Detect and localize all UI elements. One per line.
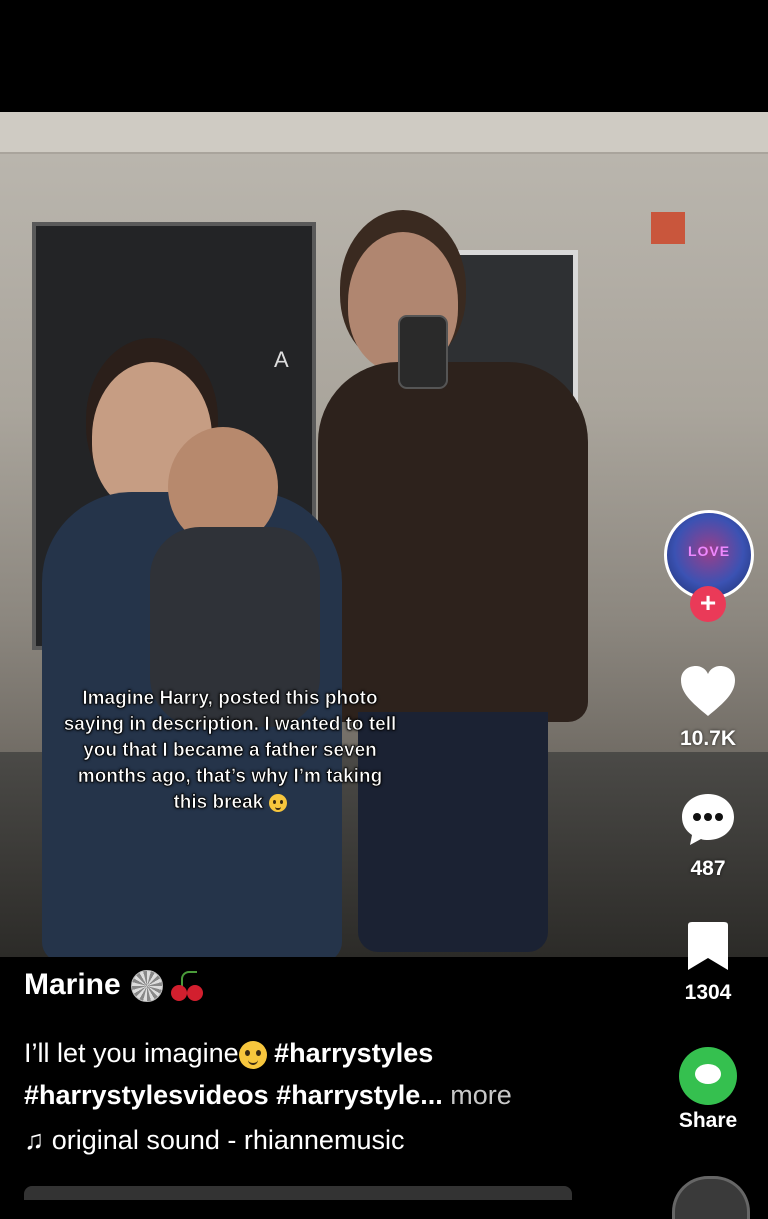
music-note-icon: ♫ [24, 1125, 45, 1155]
phone [398, 315, 448, 389]
baby [150, 427, 320, 727]
hashtag[interactable]: #harrystylesvideos [24, 1080, 269, 1110]
hashtag[interactable]: #harrystyle... [276, 1080, 443, 1110]
wall-alarm [651, 212, 685, 244]
like-button[interactable]: 10.7K [658, 664, 758, 751]
bookmark-icon [688, 922, 728, 970]
share-label: Share [678, 1109, 738, 1132]
comment-count: 487 [690, 857, 726, 880]
description-text: I’ll let you imagine [24, 1038, 239, 1068]
comment-bubble-icon [682, 794, 734, 845]
cherries-icon [171, 969, 205, 1003]
share-button[interactable]: Share [658, 1047, 758, 1133]
sound-disc-icon[interactable] [672, 1176, 750, 1219]
more-link[interactable]: more [450, 1080, 512, 1110]
share-icon [679, 1047, 737, 1105]
pleading-face-emoji-icon [268, 793, 287, 812]
follow-plus-icon[interactable]: + [690, 586, 726, 622]
avatar-label: LOVE [687, 543, 731, 559]
video-frame[interactable]: A [0, 112, 768, 957]
caption-text: Imagine Harry, posted this photo saying … [63, 688, 397, 814]
progress-bar[interactable] [24, 1186, 572, 1200]
sound-link[interactable]: ♫ original sound - rhiannemusic [24, 1125, 404, 1156]
hashtag[interactable]: #harrystyles [274, 1038, 433, 1068]
comment-button[interactable]: 487 [658, 790, 758, 881]
username-text: Marine [24, 968, 121, 1001]
video-caption: Imagine Harry, posted this photo saying … [60, 686, 400, 816]
save-count: 1304 [684, 981, 732, 1004]
save-button[interactable]: 1304 [658, 922, 758, 1005]
disco-ball-icon [131, 970, 164, 1003]
top-black-bar [0, 0, 768, 112]
username[interactable]: Marine [24, 968, 205, 1003]
sound-name: original sound - rhiannemusic [51, 1125, 405, 1155]
pleading-face-emoji-icon [238, 1040, 267, 1069]
post-description[interactable]: I’ll let you imagine #harrystyles #harry… [24, 1032, 644, 1116]
heart-icon [681, 666, 735, 716]
like-count: 10.7K [679, 727, 737, 750]
ceiling [0, 112, 768, 154]
